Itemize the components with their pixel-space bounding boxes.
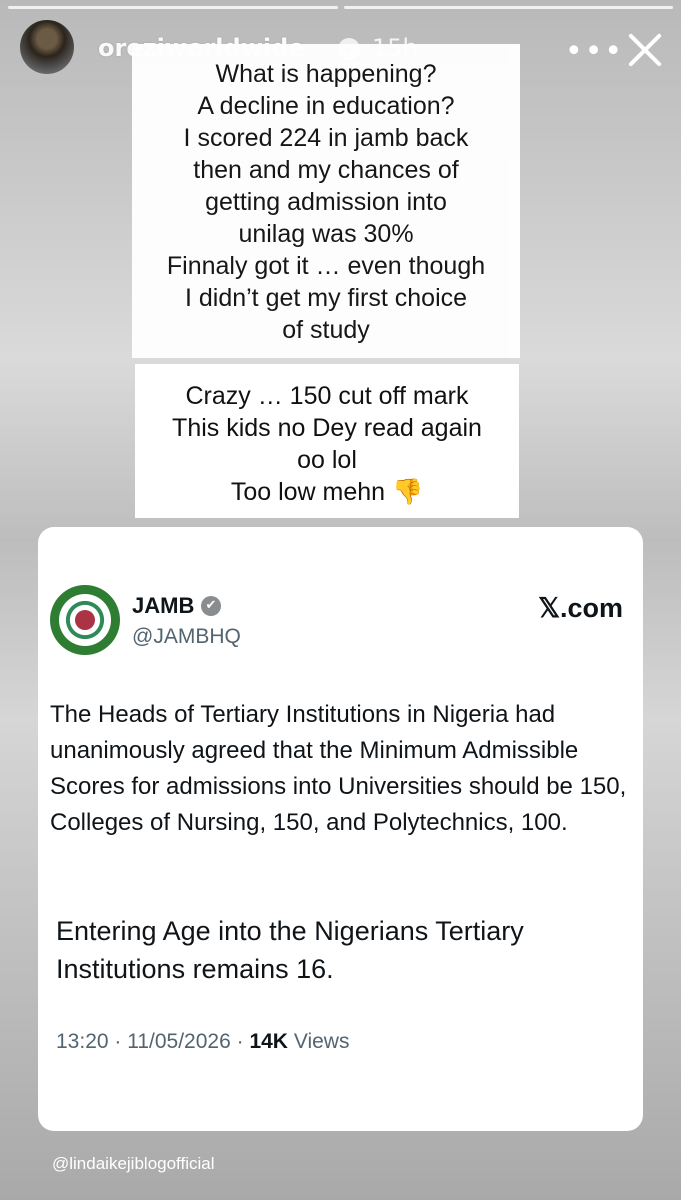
tweet-paragraph-1: The Heads of Tertiary Institutions in Ni… bbox=[50, 701, 627, 836]
note-line: then and my chances of bbox=[193, 156, 459, 184]
tweet-author-name: JAMB bbox=[132, 593, 195, 618]
tweet-time: 13:20 bbox=[56, 1030, 109, 1053]
close-icon[interactable] bbox=[625, 30, 665, 70]
note-line: I didn’t get my first choice bbox=[184, 284, 468, 312]
verified-icon: ✔ bbox=[201, 596, 221, 616]
credit-watermark: @lindaikejiblogofficial bbox=[52, 1154, 215, 1173]
note-line: getting admission into bbox=[205, 188, 447, 216]
ellipsis-icon[interactable]: ••• bbox=[565, 34, 624, 69]
note-line: This kids no Dey read again bbox=[172, 414, 482, 442]
separator: · bbox=[230, 1030, 250, 1053]
note-line: I scored 224 in jamb back bbox=[183, 124, 469, 152]
story-progress-bar bbox=[8, 6, 673, 9]
tweet-paragraph-2: Entering Age into the Nigerians Tertiary… bbox=[56, 916, 524, 984]
note-line: A decline in education? bbox=[197, 92, 455, 120]
note-line: oo lol bbox=[297, 446, 357, 474]
views-label: Views bbox=[287, 1030, 350, 1053]
progress-segment bbox=[343, 6, 673, 9]
note-line: Finnaly got it … even though bbox=[166, 252, 486, 280]
avatar[interactable] bbox=[20, 20, 74, 74]
progress-segment bbox=[8, 6, 338, 9]
text-note-2: Crazy … 150 cut off mark This kids no De… bbox=[135, 364, 519, 518]
tweet-meta: 13:20 · 11/05/2026 · 14K Views bbox=[56, 1030, 349, 1054]
x-logo: 𝕏.com bbox=[538, 593, 623, 623]
separator: · bbox=[108, 1030, 128, 1053]
note-line: Too low mehn 👎 bbox=[230, 478, 424, 506]
tweet-author-handle: @JAMBHQ bbox=[132, 625, 241, 648]
text-note-1: What is happening? A decline in educatio… bbox=[132, 44, 520, 358]
note-line: unilag was 30% bbox=[238, 220, 414, 248]
note-line: of study bbox=[282, 316, 370, 344]
jamb-logo bbox=[50, 585, 120, 655]
embedded-tweet-card[interactable]: JAMB ✔ @JAMBHQ 𝕏.com The Heads of Tertia… bbox=[38, 527, 643, 1131]
view-count: 14K bbox=[249, 1030, 288, 1053]
note-line: What is happening? bbox=[215, 60, 437, 88]
tweet-date: 11/05/2026 bbox=[127, 1030, 231, 1053]
note-line: Crazy … 150 cut off mark bbox=[185, 382, 469, 410]
